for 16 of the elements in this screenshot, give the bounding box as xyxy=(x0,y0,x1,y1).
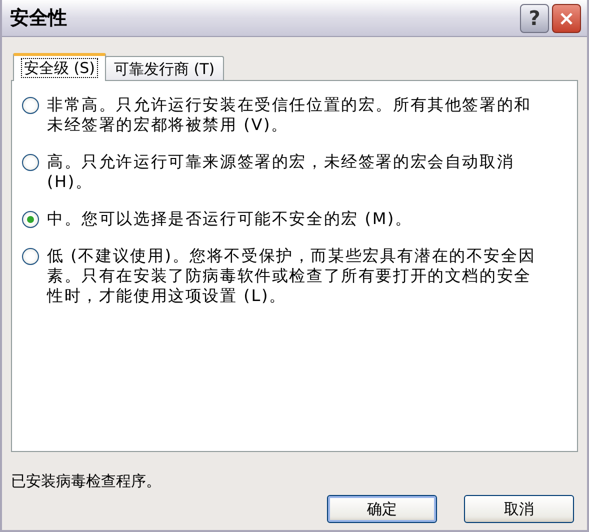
cancel-button[interactable]: 取消 xyxy=(464,495,574,523)
option-label: 中。您可以选择是否运行可能不安全的宏 (M)。 xyxy=(47,209,414,229)
status-text: 已安装病毒检查程序。 xyxy=(11,472,162,491)
close-button[interactable]: × xyxy=(552,4,581,32)
tab[interactable]: 可靠发行商 (T) xyxy=(105,56,224,80)
radio-button[interactable] xyxy=(22,154,39,171)
option-label: 非常高。只允许运行安装在受信任位置的宏。所有其他签署的和未经签署的宏都将被禁用 (V)。 xyxy=(47,95,532,135)
help-button[interactable]: ? xyxy=(520,4,549,32)
window-title: 安全性 xyxy=(10,6,68,31)
radio-button[interactable] xyxy=(22,248,39,265)
option-label: 高。只允许运行可靠来源签署的宏，未经签署的宏会自动取消 (H)。 xyxy=(47,152,516,192)
tab[interactable]: 安全级 (S) xyxy=(13,53,106,81)
ok-button[interactable]: 确定 xyxy=(327,495,437,523)
radio-button[interactable] xyxy=(22,97,39,114)
option-label: 低 (不建议使用)。您将不受保护，而某些宏具有潜在的不安全因素。只有在安装了防病毒软件或检查了所有要打开的文档的安全性时，才能使用这项设置 (L)。 xyxy=(47,246,537,306)
radio-button[interactable] xyxy=(22,211,39,228)
